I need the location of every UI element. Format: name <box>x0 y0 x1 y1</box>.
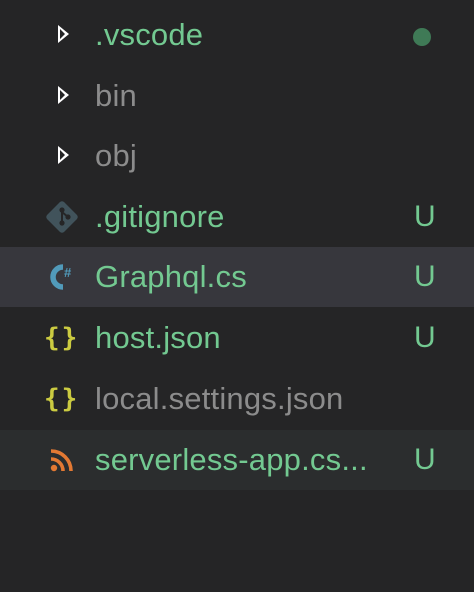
untracked-badge: U <box>414 260 436 293</box>
tree-item-bin-folder[interactable]: bin <box>0 66 474 126</box>
csharp-icon: # <box>50 264 72 290</box>
tree-item-label: serverless-app.cs... <box>95 442 368 477</box>
chevron-right-icon[interactable] <box>58 86 69 104</box>
tree-item-serverless-app[interactable]: serverless-app.cs... U <box>0 430 474 490</box>
untracked-badge: U <box>414 321 436 354</box>
chevron-right-icon[interactable] <box>58 25 69 43</box>
tree-item-gitignore[interactable]: .gitignore U <box>0 187 474 247</box>
tree-item-vscode-folder[interactable]: .vscode <box>0 5 474 65</box>
tree-item-local-settings-json[interactable]: {} local.settings.json <box>0 369 474 429</box>
tree-item-label: obj <box>95 138 137 173</box>
tree-item-label: local.settings.json <box>95 381 344 416</box>
chevron-right-icon[interactable] <box>58 146 69 164</box>
tree-item-host-json[interactable]: {} host.json U <box>0 308 474 368</box>
tree-item-label: host.json <box>95 320 221 355</box>
json-braces-icon: {} <box>44 323 80 353</box>
tree-item-graphql-cs[interactable]: # Graphql.cs U <box>0 247 474 307</box>
file-explorer: .vscode bin obj .gitignore U # Graphql.c… <box>0 0 474 592</box>
untracked-badge: U <box>414 200 436 233</box>
untracked-badge: U <box>414 443 436 476</box>
rss-feed-icon <box>50 449 73 472</box>
tree-item-label: bin <box>95 78 137 113</box>
git-icon <box>46 201 78 233</box>
tree-item-label: .vscode <box>95 17 204 52</box>
tree-item-label: Graphql.cs <box>95 259 247 294</box>
modified-dot-indicator <box>413 28 431 46</box>
tree-item-label: .gitignore <box>95 199 225 234</box>
json-braces-icon: {} <box>44 384 80 414</box>
svg-text:#: # <box>64 265 72 280</box>
tree-item-obj-folder[interactable]: obj <box>0 126 474 186</box>
